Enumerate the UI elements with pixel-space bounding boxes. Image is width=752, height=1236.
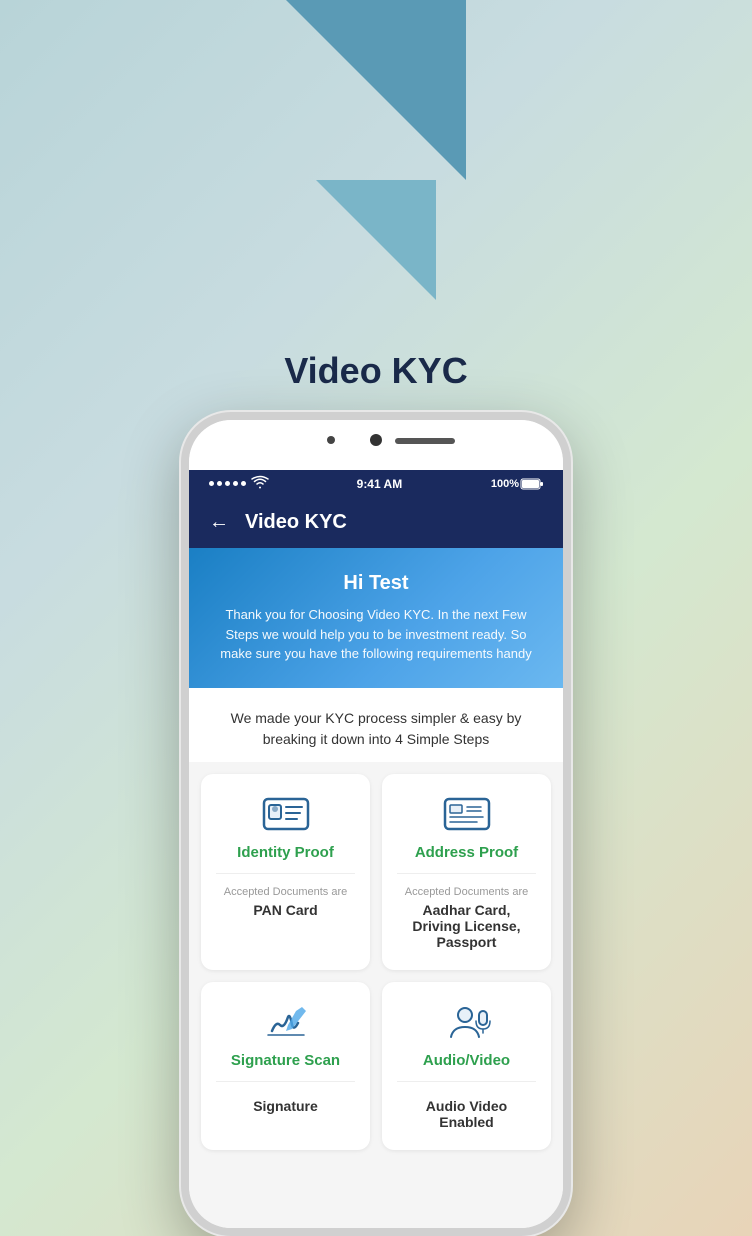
battery-icon: 100% [491, 478, 543, 490]
app-header: ← Video KYC [189, 497, 563, 548]
greeting-text: Thank you for Choosing Video KYC. In the… [209, 605, 543, 664]
address-docs-value: Aadhar Card, Driving License, Passport [397, 902, 536, 950]
audio-video-divider [397, 1081, 536, 1082]
steps-description: We made your KYC process simpler & easy … [189, 688, 563, 762]
kyc-cards-grid: Identity Proof Accepted Documents are PA… [189, 762, 563, 1162]
camera-lens [370, 434, 382, 446]
back-button[interactable]: ← [209, 511, 229, 534]
signature-scan-icon [261, 1002, 311, 1042]
identity-proof-title: Identity Proof [237, 844, 334, 861]
audio-video-docs-value: Audio Video Enabled [397, 1098, 536, 1130]
audio-video-card[interactable]: Audio/Video Audio Video Enabled [382, 982, 551, 1150]
greeting-card: Hi Test Thank you for Choosing Video KYC… [189, 548, 563, 688]
signal-dot-1 [209, 481, 214, 486]
phone-top [189, 420, 563, 470]
identity-docs-label: Accepted Documents are [224, 886, 348, 898]
status-time: 9:41 AM [357, 477, 403, 491]
signal-dot-3 [225, 481, 230, 486]
status-bar: 9:41 AM 100% [189, 470, 563, 497]
address-divider [397, 873, 536, 874]
phone-frame: 9:41 AM 100% ← Video KYC Hi Test Thank y… [181, 412, 571, 1236]
identity-proof-icon [261, 794, 311, 834]
signature-scan-card[interactable]: Signature Scan Signature [201, 982, 370, 1150]
side-button-left-bottom [181, 585, 183, 620]
identity-docs-value: PAN Card [253, 902, 317, 918]
app-content: We made your KYC process simpler & easy … [189, 688, 563, 1236]
signature-scan-title: Signature Scan [231, 1052, 340, 1069]
wifi-icon [252, 476, 268, 491]
signature-divider [216, 1081, 355, 1082]
battery-level: 100% [491, 478, 519, 490]
address-docs-label: Accepted Documents are [405, 886, 529, 898]
speaker [395, 438, 455, 444]
signature-docs-value: Signature [253, 1098, 318, 1114]
audio-video-title: Audio/Video [423, 1052, 510, 1069]
audio-video-icon [442, 1002, 492, 1042]
signal-dot-2 [217, 481, 222, 486]
page-title: Video KYC [284, 350, 467, 392]
signal-dot-4 [233, 481, 238, 486]
header-title: Video KYC [245, 511, 347, 534]
greeting-name: Hi Test [209, 572, 543, 595]
side-button-left-top [181, 540, 183, 575]
address-proof-title: Address Proof [415, 844, 518, 861]
address-proof-card[interactable]: Address Proof Accepted Documents are Aad… [382, 774, 551, 970]
address-proof-icon [442, 794, 492, 834]
identity-proof-card[interactable]: Identity Proof Accepted Documents are PA… [201, 774, 370, 970]
identity-divider [216, 873, 355, 874]
signal-dot-5 [241, 481, 246, 486]
front-camera [327, 436, 335, 444]
signal-area [209, 476, 268, 491]
side-button-right [569, 560, 571, 620]
